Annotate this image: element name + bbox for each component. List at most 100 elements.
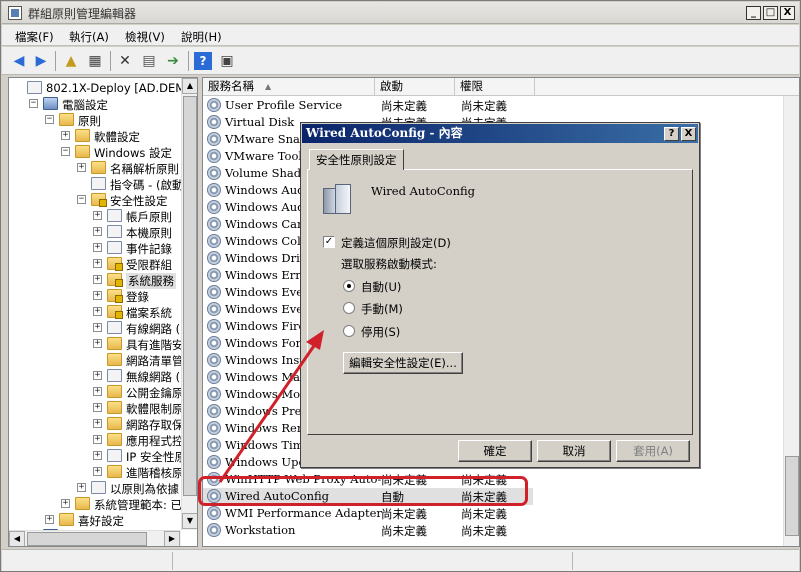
dialog-help-button[interactable]: ?: [664, 127, 679, 141]
minimize-button[interactable]: _: [746, 6, 761, 20]
tree-item[interactable]: − 電腦設定: [9, 96, 181, 112]
tree-scroll-thumb[interactable]: [183, 96, 197, 496]
expand-icon[interactable]: +: [93, 419, 102, 428]
expand-icon[interactable]: +: [77, 163, 86, 172]
scroll-down-icon[interactable]: ▼: [182, 513, 197, 529]
column-header-startup[interactable]: 啟動: [375, 78, 455, 96]
tree-item[interactable]: + 軟體設定: [9, 128, 181, 144]
expand-icon[interactable]: +: [93, 339, 102, 348]
expand-icon[interactable]: +: [77, 483, 86, 492]
up-folder-icon[interactable]: ▲: [62, 52, 80, 70]
tree-item[interactable]: − 原則: [9, 112, 181, 128]
radio-automatic-label[interactable]: 自動(U): [361, 279, 401, 295]
expand-icon[interactable]: +: [93, 451, 102, 460]
tree-item[interactable]: + IP 安全性原: [9, 448, 186, 464]
dialog-close-button[interactable]: X: [681, 127, 696, 141]
column-header-permission[interactable]: 權限: [455, 78, 535, 96]
expand-icon[interactable]: +: [61, 131, 70, 140]
service-row[interactable]: User Profile Service 尚未定義 尚未定義: [203, 97, 533, 114]
tree-horizontal-scrollbar[interactable]: ◀ ▶: [9, 530, 181, 546]
close-button[interactable]: X: [780, 6, 795, 20]
expand-icon[interactable]: +: [93, 387, 102, 396]
scroll-up-icon[interactable]: ▲: [182, 78, 197, 94]
tree-item[interactable]: + 進階稽核原: [9, 464, 184, 480]
tree-item[interactable]: + 登錄: [9, 288, 181, 304]
tree-item[interactable]: + 名稱解析原則: [9, 160, 181, 176]
expand-icon[interactable]: +: [93, 243, 102, 252]
ok-button[interactable]: 確定: [458, 440, 532, 462]
collapse-icon[interactable]: −: [61, 147, 70, 156]
expand-icon[interactable]: +: [93, 211, 102, 220]
expand-icon[interactable]: +: [93, 275, 102, 284]
help-icon[interactable]: ?: [194, 52, 212, 70]
tab-security-policy-setting[interactable]: 安全性原則設定: [309, 149, 404, 170]
back-arrow-icon[interactable]: ◀: [10, 52, 28, 70]
tree-item[interactable]: + 無線網路 (: [9, 368, 181, 384]
extended-view-icon[interactable]: ▣: [218, 52, 236, 70]
tree-item[interactable]: 802.1X-Deploy [AD.DEMO.CO: [9, 80, 197, 96]
radio-disabled-label[interactable]: 停用(S): [361, 324, 400, 340]
tree-item[interactable]: + 系統服務: [9, 272, 181, 289]
expand-icon[interactable]: +: [61, 499, 70, 508]
expand-icon[interactable]: +: [93, 323, 102, 332]
radio-manual[interactable]: [343, 302, 355, 314]
service-row[interactable]: WMI Performance Adapter 尚未定義 尚未定義: [203, 505, 533, 522]
tree-item[interactable]: 網路清單管: [9, 352, 184, 368]
expand-icon[interactable]: +: [93, 291, 102, 300]
tree-vertical-scrollbar[interactable]: ▲ ▼: [181, 78, 197, 530]
radio-automatic[interactable]: [343, 280, 355, 292]
collapse-icon[interactable]: −: [29, 99, 38, 108]
expand-icon[interactable]: +: [93, 403, 102, 412]
maximize-button[interactable]: □: [763, 6, 778, 20]
tree-item[interactable]: − 安全性設定: [9, 192, 181, 208]
title-bar[interactable]: 群組原則管理編輯器 _ □ X: [2, 2, 799, 24]
column-header-service-name[interactable]: 服務名稱 ▲: [203, 78, 375, 96]
radio-disabled[interactable]: [343, 325, 355, 337]
collapse-icon[interactable]: −: [77, 195, 86, 204]
forward-arrow-icon[interactable]: ▶: [32, 52, 50, 70]
cancel-button[interactable]: 取消: [537, 440, 611, 462]
tree-item[interactable]: + 事件記錄: [9, 240, 181, 256]
expand-icon[interactable]: +: [93, 371, 102, 380]
tree-item[interactable]: + 有線網路 (: [9, 320, 181, 336]
radio-manual-label[interactable]: 手動(M): [361, 301, 403, 317]
expand-icon[interactable]: +: [93, 259, 102, 268]
properties-icon[interactable]: ▤: [140, 52, 158, 70]
menu-action[interactable]: 執行(A): [69, 29, 109, 45]
define-policy-label[interactable]: 定義這個原則設定(D): [341, 235, 451, 251]
dialog-title-bar[interactable]: Wired AutoConfig - 內容 ? X: [302, 124, 698, 143]
tree-item[interactable]: − Windows 設定: [9, 144, 181, 160]
define-policy-checkbox[interactable]: ✓: [323, 236, 335, 248]
collapse-icon[interactable]: −: [45, 115, 54, 124]
tree-item[interactable]: + 以原則為依據: [9, 480, 181, 496]
tree-item[interactable]: + 系統管理範本: 已儲: [9, 496, 194, 512]
tree-item[interactable]: + 本機原則: [9, 224, 181, 240]
expand-icon[interactable]: +: [45, 515, 54, 524]
tree-item[interactable]: + 網路存取保: [9, 416, 184, 432]
show-tree-icon[interactable]: ▦: [86, 52, 104, 70]
menu-help[interactable]: 說明(H): [181, 29, 222, 45]
expand-icon[interactable]: +: [93, 435, 102, 444]
delete-icon[interactable]: ✕: [116, 52, 134, 70]
tree-item[interactable]: + 軟體限制原: [9, 400, 184, 416]
tree-item[interactable]: + 喜好設定: [9, 512, 181, 528]
expand-icon[interactable]: +: [93, 467, 102, 476]
tree-item[interactable]: + 帳戶原則: [9, 208, 181, 224]
tree-item[interactable]: 指令碼 - (啟動: [9, 176, 183, 192]
scroll-left-icon[interactable]: ◀: [9, 531, 25, 546]
tree-item[interactable]: + 公開金鑰原: [9, 384, 184, 400]
tree-item[interactable]: + 檔案系統: [9, 304, 181, 320]
apply-button[interactable]: 套用(A): [616, 440, 690, 462]
expand-icon[interactable]: +: [93, 227, 102, 236]
menu-file[interactable]: 檔案(F): [15, 29, 54, 45]
menu-view[interactable]: 檢視(V): [125, 29, 165, 45]
expand-icon[interactable]: +: [93, 307, 102, 316]
service-row[interactable]: Workstation 尚未定義 尚未定義: [203, 522, 533, 539]
list-vertical-scrollbar[interactable]: [783, 96, 799, 546]
tree-item[interactable]: + 受限群組: [9, 256, 181, 272]
scroll-right-icon[interactable]: ▶: [164, 531, 180, 546]
tree-pane[interactable]: 802.1X-Deploy [AD.DEMO.CO − 電腦設定 − 原則 + 軟體設定 − W…: [8, 77, 198, 547]
list-scroll-thumb[interactable]: [785, 456, 799, 536]
tree-item[interactable]: + 具有進階安: [9, 336, 184, 352]
export-icon[interactable]: ➔: [164, 52, 182, 70]
